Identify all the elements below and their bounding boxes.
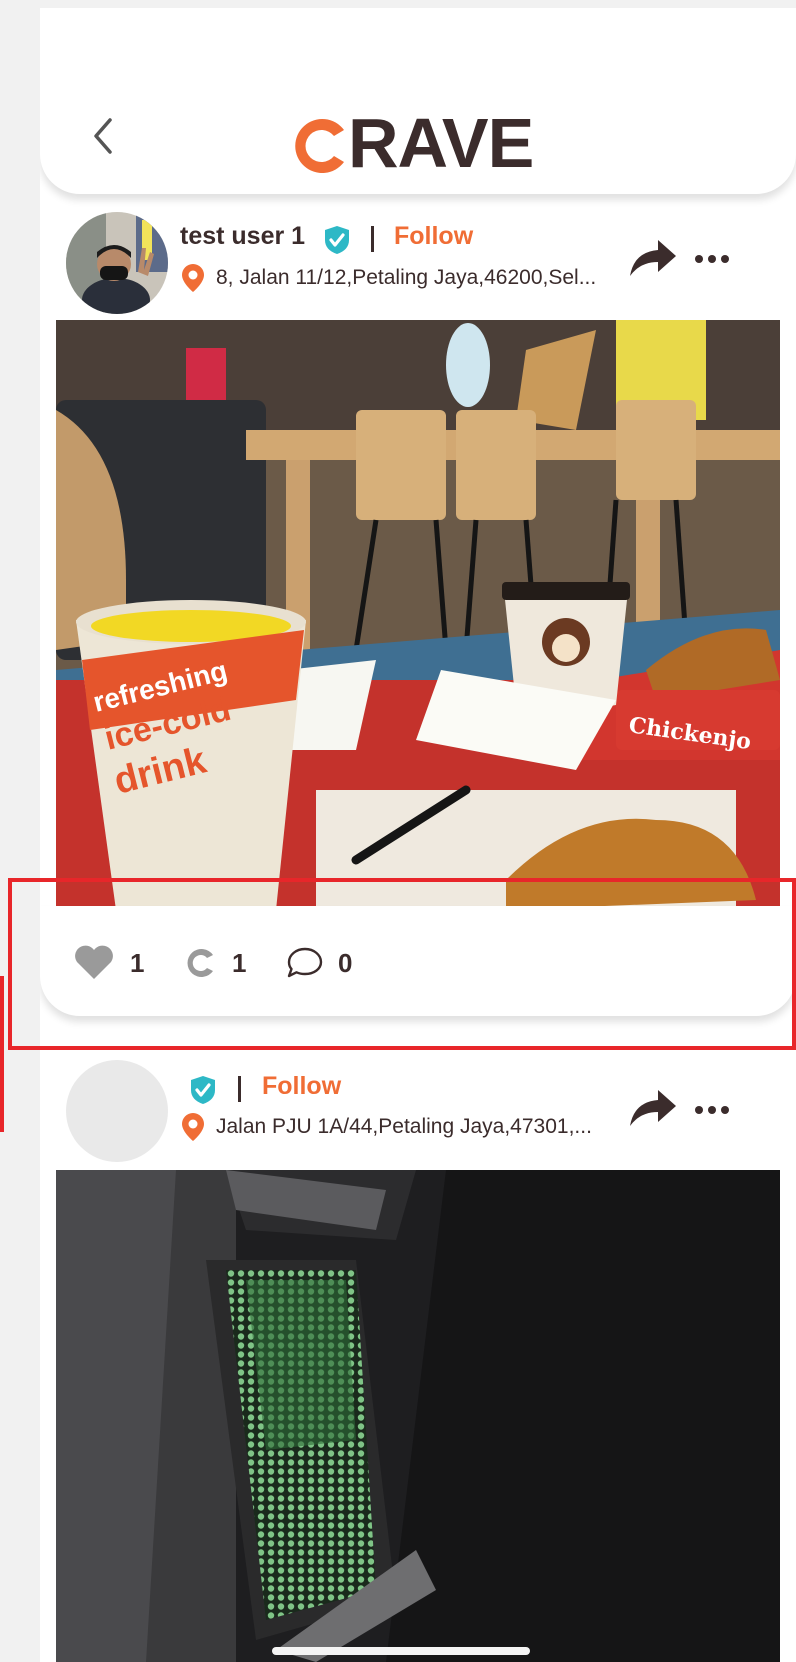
back-button[interactable] — [88, 116, 118, 156]
app-header: RAVE — [40, 8, 796, 194]
post-header: Follow Jalan PJU 1A/44,Petaling Jaya,473… — [40, 1048, 796, 1168]
follow-button[interactable]: Follow — [262, 1072, 341, 1101]
food-photo: Chickenjo refreshing ice-cold drink — [56, 320, 780, 910]
post-address[interactable]: Jalan PJU 1A/44,Petaling Jaya,47301,... — [216, 1115, 592, 1139]
logo-c-mark — [295, 119, 344, 173]
post-address[interactable]: 8, Jalan 11/12,Petaling Jaya,46200,Sel..… — [216, 266, 596, 290]
follow-button[interactable]: Follow — [394, 222, 473, 251]
post-photo[interactable]: Chickenjo refreshing ice-cold drink — [56, 320, 780, 910]
more-options-icon[interactable] — [694, 1104, 730, 1116]
avatar[interactable] — [66, 1060, 168, 1162]
heart-icon — [75, 945, 113, 979]
post-actions-bar: 1 1 0 — [40, 906, 796, 1016]
verified-badge-icon — [325, 226, 349, 254]
crave-button[interactable]: 1 — [184, 946, 246, 980]
like-button[interactable]: 1 — [72, 945, 145, 980]
comment-icon — [287, 947, 323, 978]
crave-logo: RAVE — [288, 108, 588, 182]
crave-icon — [187, 949, 213, 977]
location-pin-icon — [182, 264, 204, 292]
avatar[interactable] — [66, 212, 168, 314]
logo-text: RAVE — [348, 104, 534, 182]
crave-count: 1 — [232, 947, 247, 978]
post-photo[interactable] — [56, 1170, 780, 1662]
more-options-icon[interactable] — [694, 253, 730, 265]
share-icon[interactable] — [628, 1086, 678, 1128]
comment-count: 0 — [338, 947, 353, 978]
post-username[interactable]: test user 1 — [180, 222, 305, 251]
verified-badge-icon — [191, 1076, 215, 1104]
chevron-left-icon — [94, 118, 112, 154]
comment-button[interactable]: 0 — [286, 946, 352, 980]
pc-case-photo — [56, 1170, 780, 1662]
avatar-photo — [66, 212, 168, 314]
share-icon[interactable] — [628, 236, 678, 278]
like-count: 1 — [130, 947, 145, 978]
home-indicator[interactable] — [272, 1647, 530, 1655]
separator — [238, 1076, 241, 1102]
post-header: test user 1 Follow 8, Jalan 11/12,Petali… — [40, 200, 796, 320]
phone-screen: RAVE test user 1 Follow 8, Jalan 11/12,P… — [40, 8, 796, 1662]
highlight-edge — [0, 976, 4, 1132]
separator — [371, 226, 374, 252]
location-pin-icon — [182, 1113, 204, 1141]
